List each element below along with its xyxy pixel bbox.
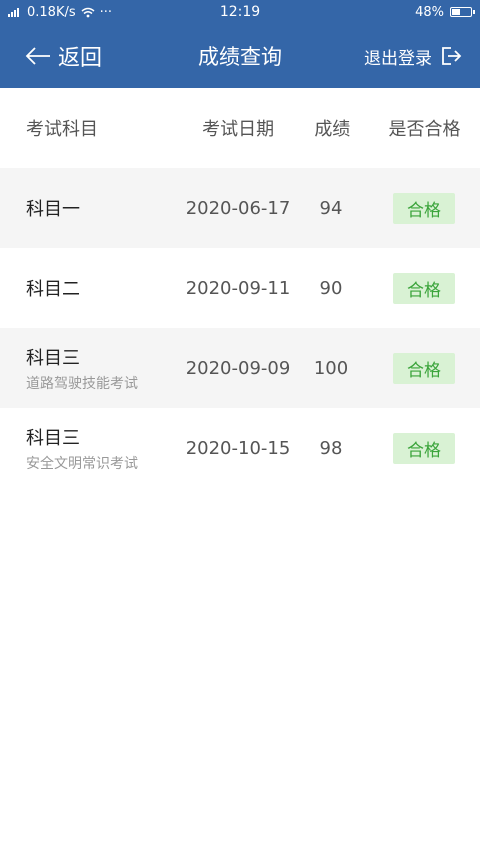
table-row: 科目三 道路驾驶技能考试 2020-09-09 100 合格 [0, 328, 480, 408]
subject-cell: 科目一 [0, 195, 182, 221]
pass-badge: 合格 [393, 352, 455, 384]
table-row: 科目一 2020-06-17 94 合格 [0, 168, 480, 248]
nav-bar: 返回 成绩查询 退出登录 [0, 24, 480, 88]
logout-icon [442, 47, 462, 65]
subject-cell: 科目三 道路驾驶技能考试 [0, 344, 182, 393]
status-bar: 0.18K/s ··· 12:19 48% [0, 0, 480, 24]
subject-cell: 科目二 [0, 275, 182, 301]
back-label: 返回 [58, 46, 103, 71]
subject-name: 科目一 [26, 199, 80, 220]
header-subject: 考试科目 [26, 119, 98, 140]
logout-label: 退出登录 [364, 48, 432, 69]
header-date: 考试日期 [202, 119, 275, 140]
exam-date: 2020-09-11 [185, 277, 291, 299]
table-row: 科目三 安全文明常识考试 2020-10-15 98 合格 [0, 408, 480, 488]
more-dots-icon: ··· [99, 4, 113, 20]
exam-date: 2020-09-09 [185, 357, 291, 379]
header-pass: 是否合格 [388, 119, 461, 140]
logout-button[interactable]: 退出登录 [364, 44, 462, 69]
pass-badge: 合格 [393, 192, 455, 224]
battery-percent: 48% [415, 4, 444, 20]
wifi-icon [81, 7, 95, 17]
score-table: 科目一 2020-06-17 94 合格 科目二 2020-09-11 90 合… [0, 168, 480, 488]
exam-score: 98 [319, 437, 343, 459]
subject-name: 科目三 [26, 347, 80, 369]
pass-badge: 合格 [393, 272, 455, 304]
header-score: 成绩 [314, 119, 351, 140]
table-row: 科目二 2020-09-11 90 合格 [0, 248, 480, 328]
battery-icon [450, 7, 475, 17]
exam-score: 90 [319, 277, 343, 299]
table-header: 考试科目 考试日期 成绩 是否合格 [0, 88, 480, 168]
subject-subtitle: 道路驾驶技能考试 [26, 375, 138, 392]
status-left: 0.18K/s ··· [8, 5, 112, 20]
exam-date: 2020-10-15 [185, 437, 291, 459]
subject-name: 科目二 [26, 279, 80, 300]
status-right: 48% [415, 4, 475, 20]
exam-score: 94 [319, 197, 343, 219]
subject-name: 科目三 [26, 427, 80, 449]
pass-badge: 合格 [393, 432, 455, 464]
exam-score: 100 [313, 357, 349, 379]
exam-date: 2020-06-17 [185, 197, 291, 219]
back-button[interactable]: 返回 [24, 40, 102, 72]
signal-icon [8, 7, 22, 17]
arrow-left-icon [25, 47, 50, 65]
subject-subtitle: 安全文明常识考试 [26, 455, 138, 472]
subject-cell: 科目三 安全文明常识考试 [0, 424, 182, 473]
network-speed: 0.18K/s [27, 4, 76, 20]
